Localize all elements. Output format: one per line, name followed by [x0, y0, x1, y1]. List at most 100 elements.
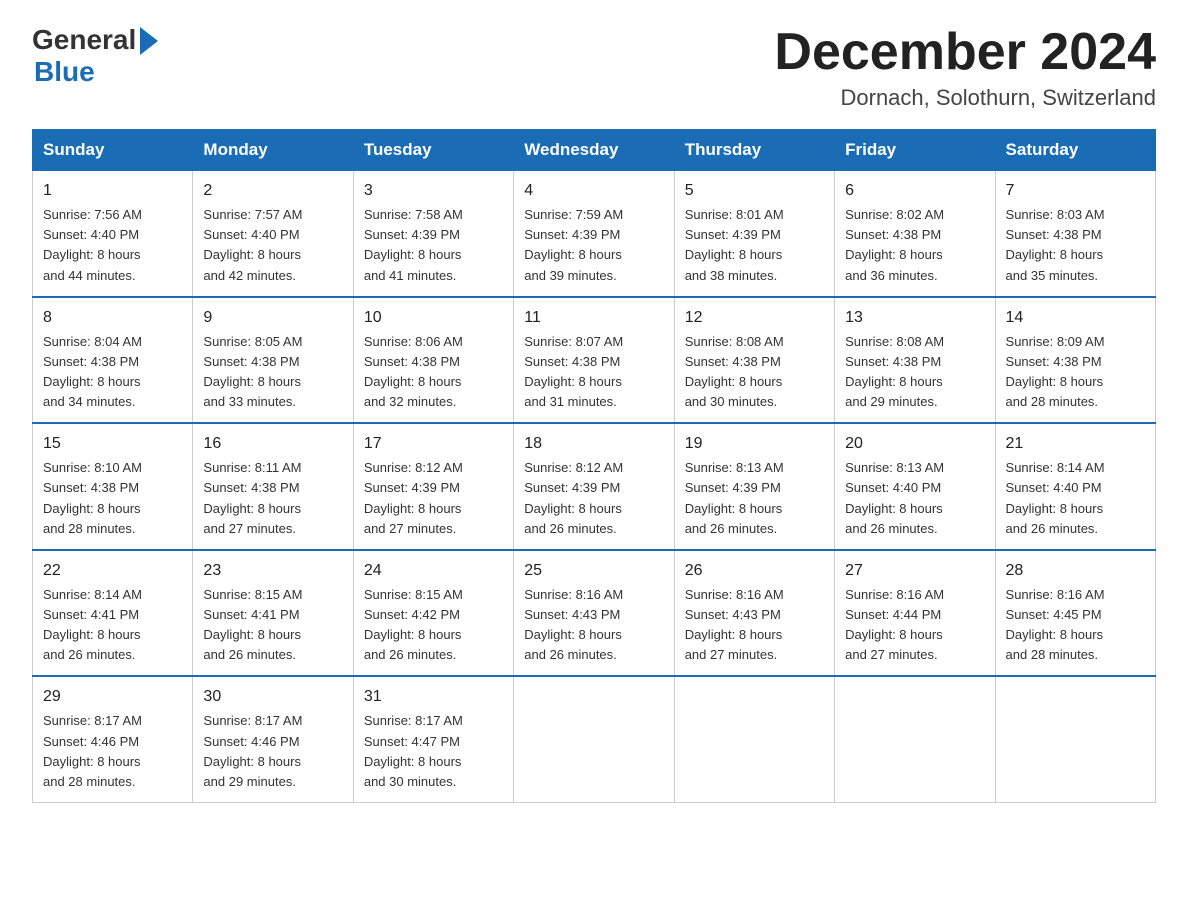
calendar-day-cell: 2Sunrise: 7:57 AMSunset: 4:40 PMDaylight…	[193, 171, 353, 297]
day-info: Sunrise: 8:05 AMSunset: 4:38 PMDaylight:…	[203, 332, 342, 413]
day-number: 27	[845, 559, 984, 583]
day-info: Sunrise: 8:07 AMSunset: 4:38 PMDaylight:…	[524, 332, 663, 413]
day-info: Sunrise: 8:17 AMSunset: 4:46 PMDaylight:…	[43, 711, 182, 792]
day-info: Sunrise: 8:17 AMSunset: 4:47 PMDaylight:…	[364, 711, 503, 792]
calendar-day-cell	[835, 676, 995, 802]
day-info: Sunrise: 8:12 AMSunset: 4:39 PMDaylight:…	[364, 458, 503, 539]
calendar-day-cell	[995, 676, 1155, 802]
day-info: Sunrise: 8:17 AMSunset: 4:46 PMDaylight:…	[203, 711, 342, 792]
calendar-day-cell: 7Sunrise: 8:03 AMSunset: 4:38 PMDaylight…	[995, 171, 1155, 297]
day-number: 23	[203, 559, 342, 583]
calendar-day-cell: 10Sunrise: 8:06 AMSunset: 4:38 PMDayligh…	[353, 297, 513, 424]
calendar-day-cell: 31Sunrise: 8:17 AMSunset: 4:47 PMDayligh…	[353, 676, 513, 802]
day-info: Sunrise: 7:58 AMSunset: 4:39 PMDaylight:…	[364, 205, 503, 286]
calendar-day-cell: 27Sunrise: 8:16 AMSunset: 4:44 PMDayligh…	[835, 550, 995, 677]
weekday-header-friday: Friday	[835, 130, 995, 171]
day-info: Sunrise: 8:15 AMSunset: 4:41 PMDaylight:…	[203, 585, 342, 666]
day-info: Sunrise: 8:10 AMSunset: 4:38 PMDaylight:…	[43, 458, 182, 539]
weekday-header-sunday: Sunday	[33, 130, 193, 171]
weekday-header-saturday: Saturday	[995, 130, 1155, 171]
day-info: Sunrise: 7:56 AMSunset: 4:40 PMDaylight:…	[43, 205, 182, 286]
day-info: Sunrise: 8:09 AMSunset: 4:38 PMDaylight:…	[1006, 332, 1145, 413]
calendar-day-cell: 8Sunrise: 8:04 AMSunset: 4:38 PMDaylight…	[33, 297, 193, 424]
day-number: 20	[845, 432, 984, 456]
calendar-day-cell: 11Sunrise: 8:07 AMSunset: 4:38 PMDayligh…	[514, 297, 674, 424]
calendar-day-cell: 29Sunrise: 8:17 AMSunset: 4:46 PMDayligh…	[33, 676, 193, 802]
calendar-day-cell: 14Sunrise: 8:09 AMSunset: 4:38 PMDayligh…	[995, 297, 1155, 424]
day-info: Sunrise: 8:16 AMSunset: 4:43 PMDaylight:…	[524, 585, 663, 666]
calendar-day-cell: 6Sunrise: 8:02 AMSunset: 4:38 PMDaylight…	[835, 171, 995, 297]
calendar-week-row: 22Sunrise: 8:14 AMSunset: 4:41 PMDayligh…	[33, 550, 1156, 677]
day-info: Sunrise: 8:01 AMSunset: 4:39 PMDaylight:…	[685, 205, 824, 286]
calendar-day-cell: 5Sunrise: 8:01 AMSunset: 4:39 PMDaylight…	[674, 171, 834, 297]
day-number: 31	[364, 685, 503, 709]
day-info: Sunrise: 7:59 AMSunset: 4:39 PMDaylight:…	[524, 205, 663, 286]
calendar-day-cell: 25Sunrise: 8:16 AMSunset: 4:43 PMDayligh…	[514, 550, 674, 677]
weekday-header-monday: Monday	[193, 130, 353, 171]
calendar-day-cell: 13Sunrise: 8:08 AMSunset: 4:38 PMDayligh…	[835, 297, 995, 424]
day-number: 2	[203, 179, 342, 203]
day-info: Sunrise: 8:16 AMSunset: 4:44 PMDaylight:…	[845, 585, 984, 666]
day-info: Sunrise: 8:13 AMSunset: 4:39 PMDaylight:…	[685, 458, 824, 539]
page-header: General Blue December 2024 Dornach, Solo…	[32, 24, 1156, 111]
calendar-day-cell: 9Sunrise: 8:05 AMSunset: 4:38 PMDaylight…	[193, 297, 353, 424]
day-number: 29	[43, 685, 182, 709]
calendar-day-cell: 19Sunrise: 8:13 AMSunset: 4:39 PMDayligh…	[674, 423, 834, 550]
calendar-day-cell: 28Sunrise: 8:16 AMSunset: 4:45 PMDayligh…	[995, 550, 1155, 677]
calendar-week-row: 29Sunrise: 8:17 AMSunset: 4:46 PMDayligh…	[33, 676, 1156, 802]
calendar-day-cell: 17Sunrise: 8:12 AMSunset: 4:39 PMDayligh…	[353, 423, 513, 550]
calendar-day-cell: 12Sunrise: 8:08 AMSunset: 4:38 PMDayligh…	[674, 297, 834, 424]
calendar-table: SundayMondayTuesdayWednesdayThursdayFrid…	[32, 129, 1156, 803]
logo-blue-text: Blue	[34, 56, 158, 88]
day-info: Sunrise: 8:08 AMSunset: 4:38 PMDaylight:…	[685, 332, 824, 413]
day-number: 21	[1006, 432, 1145, 456]
day-number: 8	[43, 306, 182, 330]
day-info: Sunrise: 8:11 AMSunset: 4:38 PMDaylight:…	[203, 458, 342, 539]
logo-general-text: General	[32, 24, 136, 56]
day-number: 24	[364, 559, 503, 583]
calendar-day-cell: 23Sunrise: 8:15 AMSunset: 4:41 PMDayligh…	[193, 550, 353, 677]
calendar-day-cell: 3Sunrise: 7:58 AMSunset: 4:39 PMDaylight…	[353, 171, 513, 297]
day-info: Sunrise: 8:15 AMSunset: 4:42 PMDaylight:…	[364, 585, 503, 666]
day-info: Sunrise: 8:06 AMSunset: 4:38 PMDaylight:…	[364, 332, 503, 413]
logo: General Blue	[32, 24, 158, 88]
day-info: Sunrise: 8:14 AMSunset: 4:41 PMDaylight:…	[43, 585, 182, 666]
day-info: Sunrise: 8:08 AMSunset: 4:38 PMDaylight:…	[845, 332, 984, 413]
calendar-title: December 2024	[774, 24, 1156, 81]
calendar-day-cell: 24Sunrise: 8:15 AMSunset: 4:42 PMDayligh…	[353, 550, 513, 677]
day-number: 30	[203, 685, 342, 709]
day-info: Sunrise: 8:16 AMSunset: 4:45 PMDaylight:…	[1006, 585, 1145, 666]
day-number: 26	[685, 559, 824, 583]
day-info: Sunrise: 8:12 AMSunset: 4:39 PMDaylight:…	[524, 458, 663, 539]
calendar-subtitle: Dornach, Solothurn, Switzerland	[774, 85, 1156, 111]
day-number: 14	[1006, 306, 1145, 330]
weekday-header-row: SundayMondayTuesdayWednesdayThursdayFrid…	[33, 130, 1156, 171]
day-number: 6	[845, 179, 984, 203]
day-number: 25	[524, 559, 663, 583]
day-number: 22	[43, 559, 182, 583]
day-info: Sunrise: 8:16 AMSunset: 4:43 PMDaylight:…	[685, 585, 824, 666]
day-info: Sunrise: 7:57 AMSunset: 4:40 PMDaylight:…	[203, 205, 342, 286]
day-info: Sunrise: 8:03 AMSunset: 4:38 PMDaylight:…	[1006, 205, 1145, 286]
day-number: 3	[364, 179, 503, 203]
calendar-day-cell: 1Sunrise: 7:56 AMSunset: 4:40 PMDaylight…	[33, 171, 193, 297]
day-number: 18	[524, 432, 663, 456]
calendar-week-row: 8Sunrise: 8:04 AMSunset: 4:38 PMDaylight…	[33, 297, 1156, 424]
day-number: 28	[1006, 559, 1145, 583]
day-number: 4	[524, 179, 663, 203]
day-info: Sunrise: 8:02 AMSunset: 4:38 PMDaylight:…	[845, 205, 984, 286]
calendar-day-cell: 18Sunrise: 8:12 AMSunset: 4:39 PMDayligh…	[514, 423, 674, 550]
day-number: 9	[203, 306, 342, 330]
calendar-week-row: 15Sunrise: 8:10 AMSunset: 4:38 PMDayligh…	[33, 423, 1156, 550]
day-number: 19	[685, 432, 824, 456]
weekday-header-tuesday: Tuesday	[353, 130, 513, 171]
day-number: 7	[1006, 179, 1145, 203]
day-number: 10	[364, 306, 503, 330]
calendar-day-cell: 16Sunrise: 8:11 AMSunset: 4:38 PMDayligh…	[193, 423, 353, 550]
calendar-day-cell: 21Sunrise: 8:14 AMSunset: 4:40 PMDayligh…	[995, 423, 1155, 550]
calendar-day-cell: 20Sunrise: 8:13 AMSunset: 4:40 PMDayligh…	[835, 423, 995, 550]
day-info: Sunrise: 8:13 AMSunset: 4:40 PMDaylight:…	[845, 458, 984, 539]
calendar-day-cell: 4Sunrise: 7:59 AMSunset: 4:39 PMDaylight…	[514, 171, 674, 297]
day-number: 15	[43, 432, 182, 456]
calendar-week-row: 1Sunrise: 7:56 AMSunset: 4:40 PMDaylight…	[33, 171, 1156, 297]
